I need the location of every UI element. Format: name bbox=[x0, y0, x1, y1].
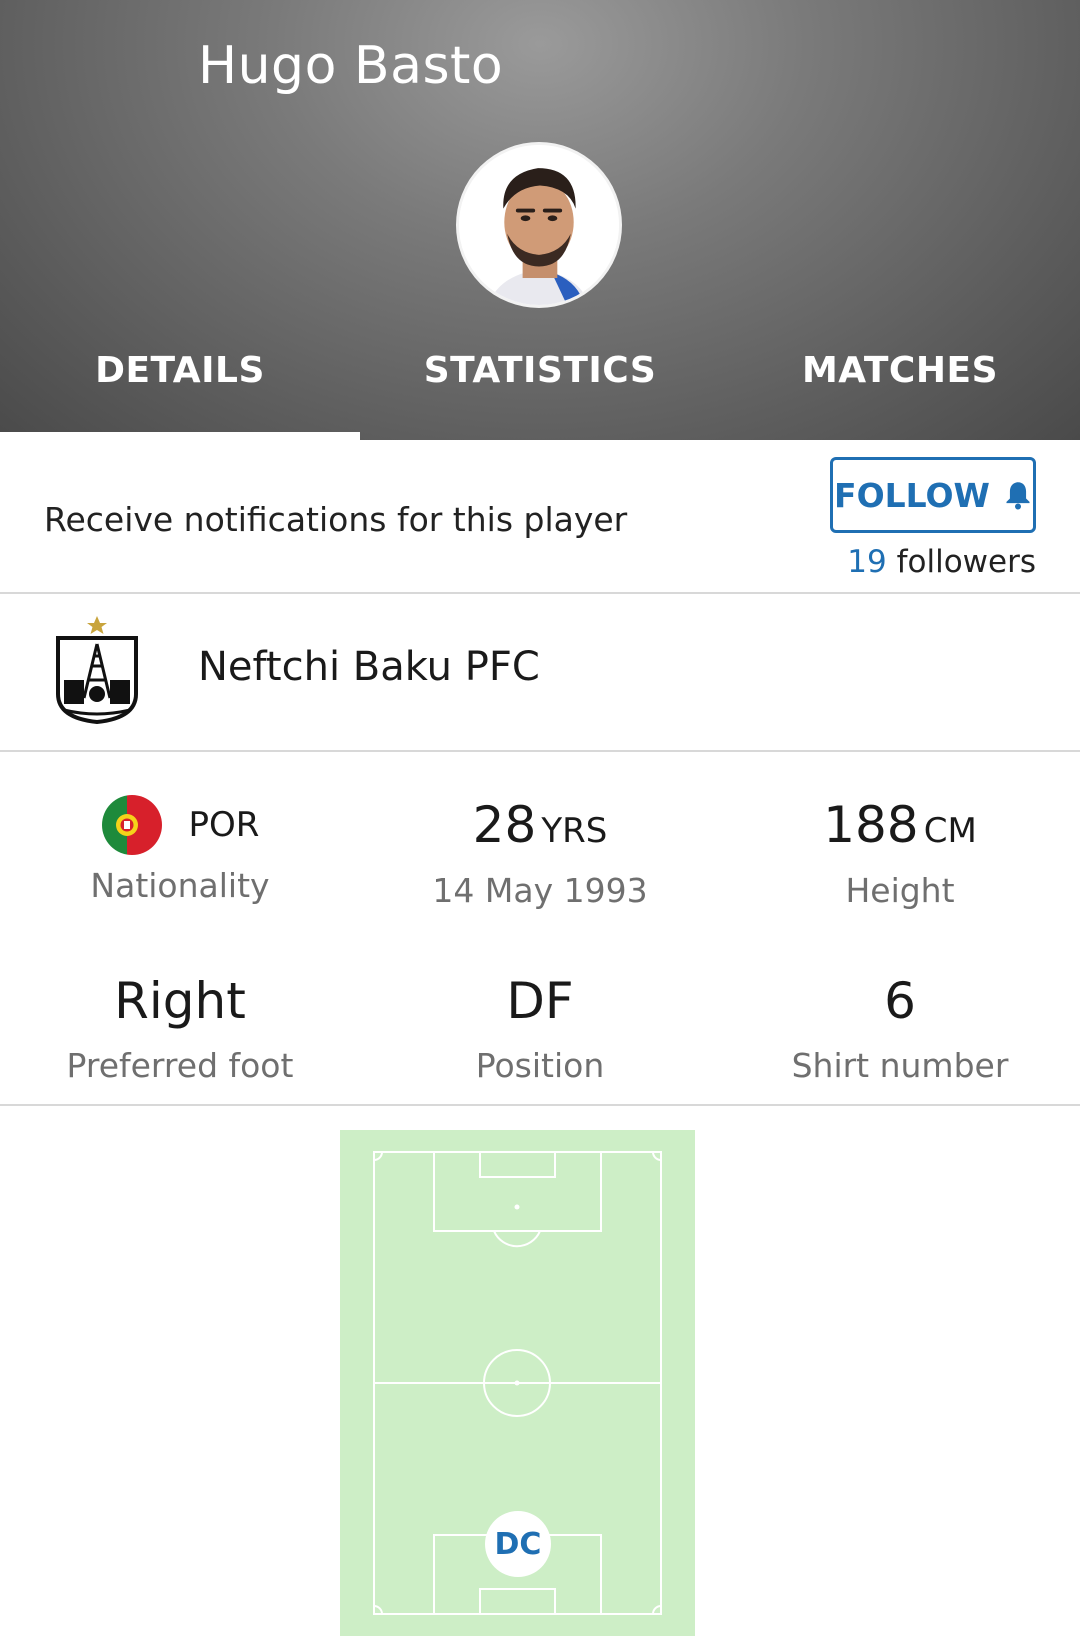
portugal-flag-icon bbox=[101, 795, 162, 855]
height-unit: CM bbox=[923, 811, 977, 851]
shirt-value: 6 bbox=[884, 972, 916, 1030]
tab-statistics[interactable]: STATISTICS bbox=[360, 330, 720, 440]
stat-shirt: 6 Shirt number bbox=[720, 976, 1080, 1085]
age-value: 28 bbox=[472, 796, 537, 854]
age-unit: YRS bbox=[541, 811, 608, 851]
followers-label: followers bbox=[896, 544, 1036, 580]
stat-foot: Right Preferred foot bbox=[0, 976, 360, 1085]
follow-button[interactable]: FOLLOW bbox=[830, 457, 1036, 533]
stat-position: DF Position bbox=[360, 976, 720, 1085]
notify-text: Receive notifications for this player bbox=[44, 500, 628, 539]
foot-value: Right bbox=[114, 972, 246, 1030]
bell-icon bbox=[1006, 482, 1030, 510]
tab-matches[interactable]: MATCHES bbox=[720, 330, 1080, 440]
player-stats: POR Nationality 28 YRS 14 May 1993 188 C… bbox=[0, 752, 1080, 1106]
follow-button-label: FOLLOW bbox=[834, 475, 990, 515]
position-label: Position bbox=[475, 1046, 605, 1085]
birth-date: 14 May 1993 bbox=[432, 871, 648, 910]
height-label: Height bbox=[845, 871, 955, 910]
player-avatar bbox=[456, 142, 622, 308]
followers-count: 19 followers bbox=[847, 544, 1036, 580]
nationality-label: Nationality bbox=[90, 866, 270, 905]
followers-number: 19 bbox=[847, 544, 887, 580]
tab-bar: DETAILS STATISTICS MATCHES bbox=[0, 330, 1080, 440]
follow-section: Receive notifications for this player FO… bbox=[0, 440, 1080, 594]
foot-label: Preferred foot bbox=[66, 1046, 294, 1085]
player-name: Hugo Basto bbox=[198, 36, 504, 96]
club-name: Neftchi Baku PFC bbox=[198, 644, 540, 690]
stat-nationality: POR Nationality bbox=[0, 794, 360, 905]
stat-height: 188 CM Height bbox=[720, 800, 1080, 910]
position-pitch: DC bbox=[340, 1130, 695, 1636]
shirt-label: Shirt number bbox=[791, 1046, 1009, 1085]
stat-age: 28 YRS 14 May 1993 bbox=[360, 800, 720, 910]
position-value: DF bbox=[506, 972, 574, 1030]
position-badge: DC bbox=[485, 1511, 551, 1577]
height-value: 188 bbox=[823, 796, 919, 854]
club-crest-icon bbox=[56, 616, 138, 725]
nationality-code: POR bbox=[188, 805, 260, 845]
tab-details[interactable]: DETAILS bbox=[0, 330, 360, 440]
club-row[interactable]: Neftchi Baku PFC bbox=[0, 594, 1080, 752]
player-header: Hugo Basto DETAILS STATISTICS MATCHES bbox=[0, 0, 1080, 440]
